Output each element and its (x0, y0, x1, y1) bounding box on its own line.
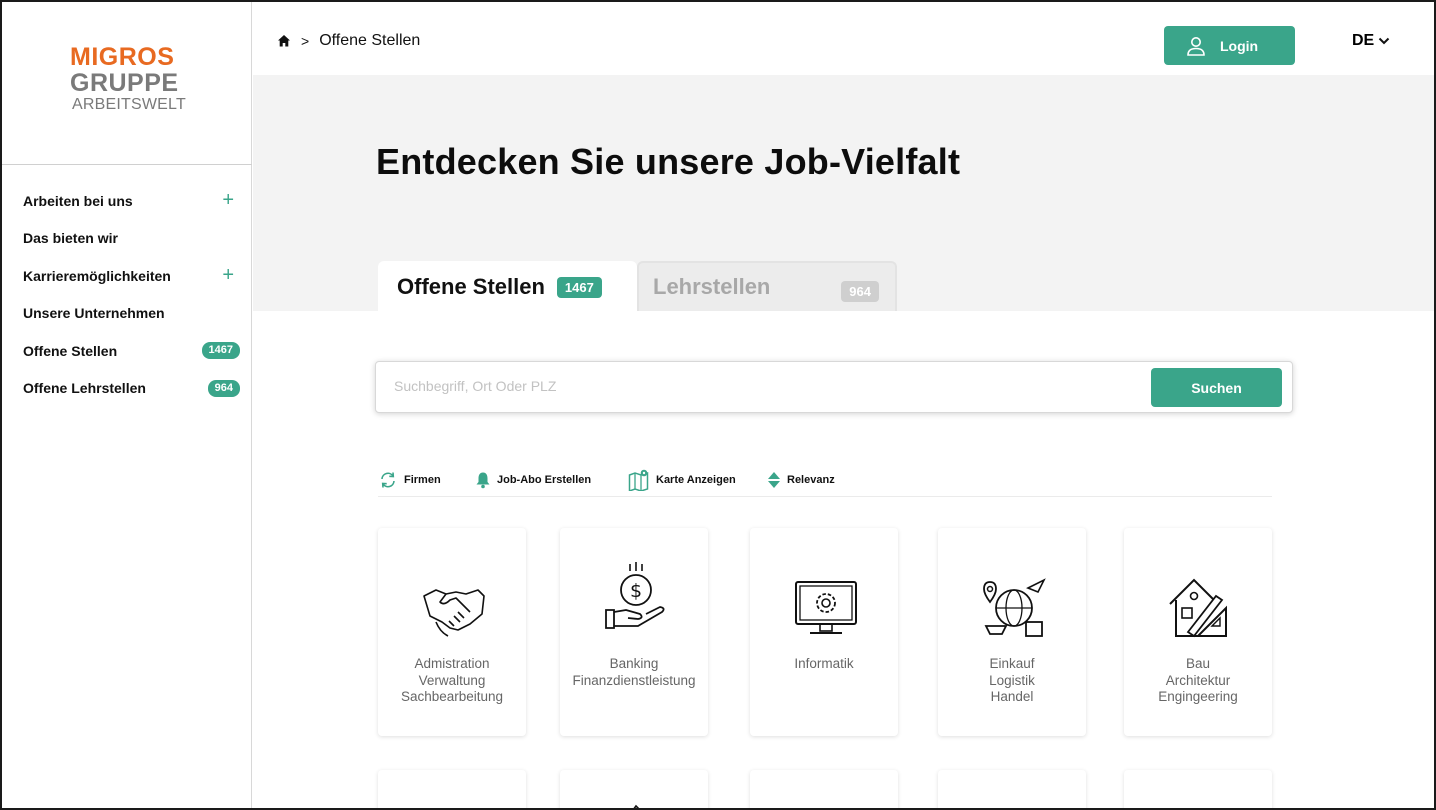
sidebar-item-label: Unsere Unternehmen (23, 305, 165, 322)
category-card-banking[interactable]: $ Banking Finanzdienstleistung (560, 528, 708, 736)
category-label: Bau Architektur Engingeering (1124, 656, 1272, 706)
category-label: Admistration Verwaltung Sachbearbeitung (378, 656, 526, 706)
svg-text:$: $ (630, 580, 642, 602)
category-label-line: Handel (990, 689, 1034, 704)
category-label-line: Bau (1185, 656, 1211, 671)
top-bar: > Offene Stellen Login DE (253, 2, 1434, 75)
money-hand-icon: $ (605, 562, 665, 629)
language-label: DE (1352, 32, 1375, 49)
sort-icon (768, 472, 780, 488)
sidebar-item-karrieremoeglichkeiten[interactable]: Karrieremöglichkeiten + (2, 257, 252, 295)
category-card-einkauf[interactable]: Einkauf Logistik Handel (938, 528, 1086, 736)
migros-logo[interactable]: MIGROS GRUPPE ARBEITSWELT (70, 44, 190, 114)
user-icon (1187, 36, 1205, 56)
sidebar-item-label: Offene Stellen (23, 342, 118, 359)
filter-label: Relevanz (787, 474, 835, 486)
handshake-icon (423, 589, 485, 637)
count-badge: 964 (207, 379, 240, 397)
logo-line-1: MIGROS (70, 43, 175, 71)
category-label-line: Admistration (414, 656, 490, 671)
category-label-line: Finanzdienstleistung (572, 672, 696, 688)
search-bar: Suchen (375, 361, 1293, 413)
filter-bar: Firmen Job-Abo Erstellen Karte Anzeigen (378, 467, 1272, 497)
sidebar-nav: Arbeiten bei uns + Das bieten wir Karrie… (2, 182, 252, 407)
tab-label: Offene Stellen (397, 274, 545, 299)
language-selector[interactable]: DE (1352, 32, 1390, 50)
filter-relevanz[interactable]: Relevanz (767, 467, 835, 493)
tab-offene-stellen[interactable]: Offene Stellen 1467 (378, 261, 637, 313)
filter-label: Karte Anzeigen (656, 474, 736, 486)
app-window: MIGROS GRUPPE ARBEITSWELT Arbeiten bei u… (0, 0, 1436, 810)
refresh-icon (381, 472, 395, 488)
category-icon (823, 806, 833, 810)
category-card[interactable] (938, 770, 1086, 808)
filter-job-abo[interactable]: Job-Abo Erstellen (475, 467, 591, 493)
sidebar-divider (2, 164, 252, 165)
map-icon (628, 469, 649, 491)
category-card[interactable] (1124, 770, 1272, 808)
logo-line-2: GRUPPE (70, 69, 179, 97)
sidebar-item-arbeiten-bei-uns[interactable]: Arbeiten bei uns + (2, 182, 252, 220)
sidebar-item-unsere-unternehmen[interactable]: Unsere Unternehmen (2, 295, 252, 333)
category-label: Informatik (750, 656, 898, 673)
home-icon[interactable] (277, 34, 291, 48)
tab-count-badge: 964 (841, 281, 879, 302)
hero-section: Entdecken Sie unsere Job-Vielfalt Offene… (253, 75, 1434, 313)
category-label-line: Sachbearbeitung (400, 689, 504, 704)
expand-plus-icon[interactable]: + (222, 190, 234, 210)
tab-lehrstellen[interactable]: Lehrstellen 964 (637, 261, 897, 311)
category-label-line: Engingeering (1158, 689, 1238, 704)
search-button[interactable]: Suchen (1151, 368, 1282, 407)
sidebar-item-das-bieten-wir[interactable]: Das bieten wir (2, 220, 252, 258)
login-button[interactable]: Login (1164, 26, 1295, 65)
category-card[interactable] (750, 770, 898, 810)
category-card-bau[interactable]: Bau Architektur Engingeering (1124, 528, 1272, 736)
tab-count-badge: 1467 (556, 276, 602, 298)
search-input[interactable] (394, 378, 1134, 394)
logo-line-3: ARBEITSWELT (72, 96, 186, 113)
category-card-informatik[interactable]: Informatik (750, 528, 898, 736)
sidebar-item-label: Arbeiten bei uns (23, 192, 133, 209)
filter-karte[interactable]: Karte Anzeigen (628, 467, 736, 493)
expand-plus-icon[interactable]: + (222, 265, 234, 285)
login-label: Login (1220, 37, 1259, 54)
sidebar-item-label: Offene Lehrstellen (23, 380, 146, 397)
category-label-line: Informatik (794, 656, 854, 671)
bell-icon (476, 472, 490, 489)
house-tools-icon (1169, 578, 1227, 638)
category-icon (633, 804, 640, 808)
category-label: Einkauf Logistik Handel (938, 656, 1086, 706)
category-card[interactable] (560, 770, 708, 808)
sidebar: MIGROS GRUPPE ARBEITSWELT Arbeiten bei u… (2, 2, 252, 808)
filter-firmen[interactable]: Firmen (378, 467, 441, 493)
category-label-line: Logistik (989, 672, 1035, 688)
globe-logistics-icon (983, 578, 1046, 637)
category-label-line: Banking (609, 656, 659, 671)
category-label-line: Einkauf (989, 656, 1035, 671)
filter-label: Firmen (404, 474, 441, 486)
monitor-gear-icon (795, 581, 857, 634)
sidebar-item-label: Das bieten wir (23, 230, 118, 247)
category-label: Banking Finanzdienstleistung (560, 656, 708, 689)
breadcrumb: > Offene Stellen (277, 32, 420, 50)
sidebar-item-offene-lehrstellen[interactable]: Offene Lehrstellen 964 (2, 370, 252, 408)
page-title: Entdecken Sie unsere Job-Vielfalt (376, 141, 961, 182)
category-card-administration[interactable]: Admistration Verwaltung Sachbearbeitung (378, 528, 526, 736)
category-label-line: Verwaltung (418, 672, 486, 688)
breadcrumb-current: Offene Stellen (319, 32, 421, 49)
breadcrumb-separator: > (301, 33, 310, 49)
category-card[interactable] (378, 770, 526, 808)
sidebar-item-offene-stellen[interactable]: Offene Stellen 1467 (2, 332, 252, 370)
tab-label: Lehrstellen (653, 274, 771, 299)
filter-label: Job-Abo Erstellen (497, 474, 592, 486)
chevron-down-icon (1379, 37, 1390, 45)
count-badge: 1467 (201, 342, 240, 359)
sidebar-item-label: Karrieremöglichkeiten (23, 267, 171, 284)
category-label-line: Architektur (1165, 672, 1231, 688)
